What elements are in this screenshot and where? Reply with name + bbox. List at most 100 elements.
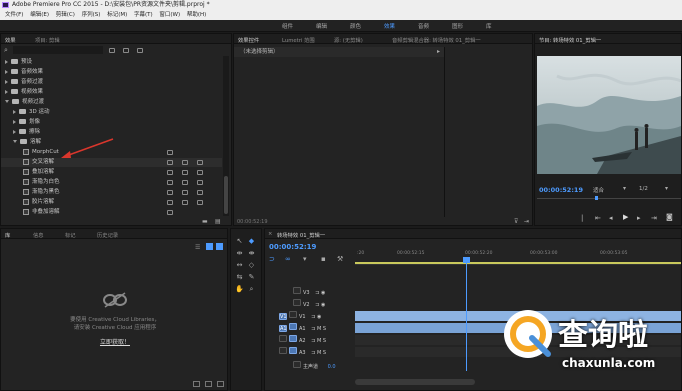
- chevron-down-icon[interactable]: ▾: [623, 185, 626, 192]
- search-icon[interactable]: ⌕: [4, 46, 12, 54]
- chevron-down-icon[interactable]: [5, 100, 9, 103]
- pen-tool-icon[interactable]: ✎: [247, 273, 256, 282]
- master-volume-value[interactable]: 0.0: [328, 364, 336, 370]
- mark-in-icon[interactable]: |: [581, 214, 583, 222]
- filter-icon[interactable]: ⊽: [514, 218, 518, 225]
- workspace-audio[interactable]: 音频: [418, 22, 429, 30]
- step-back-icon[interactable]: ◂: [609, 214, 613, 222]
- hand-tool-icon[interactable]: ✋: [235, 285, 244, 294]
- scrollbar-thumb[interactable]: [224, 176, 228, 214]
- source-patch-a2[interactable]: [279, 335, 287, 342]
- timeline-scrollbar[interactable]: [355, 379, 475, 385]
- toggle-icon[interactable]: [293, 287, 301, 294]
- tab-sequence[interactable]: 转场特效 01_剪辑一: [277, 231, 325, 239]
- workspace-color[interactable]: 颜色: [350, 22, 361, 30]
- lock-icon[interactable]: ⊐: [311, 314, 315, 320]
- source-patch-a1[interactable]: A1: [279, 325, 287, 332]
- selection-tool-icon[interactable]: ↖: [235, 237, 244, 246]
- go-to-out-icon[interactable]: ⇥: [651, 214, 657, 222]
- effects-search-input[interactable]: [13, 46, 103, 54]
- tree-item-audio-effects[interactable]: 音频效果: [1, 68, 222, 77]
- chevron-right-icon[interactable]: [5, 79, 8, 84]
- source-patch-a3[interactable]: [279, 347, 287, 354]
- ripple-edit-tool-icon[interactable]: ⇹: [235, 249, 244, 258]
- tree-item-dip-to-white[interactable]: 渐隐为白色: [1, 178, 222, 187]
- get-it-now-link[interactable]: 立即获取！: [1, 337, 227, 346]
- list-view-icon[interactable]: ☰: [195, 244, 200, 251]
- menu-marker[interactable]: 标记(M): [107, 10, 127, 20]
- tree-item-video-effects[interactable]: 视频效果: [1, 88, 222, 97]
- program-timecode[interactable]: 00:00:52:19: [539, 186, 583, 194]
- chevron-right-icon[interactable]: [5, 89, 8, 94]
- eye-icon[interactable]: ◉: [321, 290, 325, 296]
- linked-selection-icon[interactable]: ∞: [285, 255, 291, 263]
- new-bin-icon[interactable]: ▬: [202, 218, 208, 225]
- menu-help[interactable]: 帮助(H): [187, 10, 206, 20]
- program-scrubber[interactable]: [537, 198, 681, 206]
- tree-item-non-additive-dissolve[interactable]: 非叠加溶解: [1, 208, 222, 217]
- toggle-icon[interactable]: [289, 311, 297, 318]
- lock-icon[interactable]: ⊐: [311, 350, 315, 356]
- zoom-tool-icon[interactable]: ⌕: [247, 285, 256, 294]
- add-marker-icon[interactable]: ▾: [303, 255, 307, 263]
- chevron-right-icon[interactable]: [5, 69, 8, 74]
- tree-item-audio-transitions[interactable]: 音频过渡: [1, 78, 222, 87]
- tab-audio-clip-mixer[interactable]: 音频剪辑混合器: 转场特效 01_剪辑一: [392, 36, 481, 44]
- tree-item-film-dissolve[interactable]: 胶片溶解: [1, 198, 222, 207]
- toggle-icon[interactable]: [289, 335, 297, 342]
- tab-project[interactable]: 项目: 剪辑: [35, 36, 60, 44]
- arrow-right-icon[interactable]: ▸: [437, 48, 440, 55]
- chevron-down-icon[interactable]: [13, 140, 17, 143]
- workspace-editing[interactable]: 编辑: [316, 22, 327, 30]
- menu-sequence[interactable]: 序列(S): [82, 10, 101, 20]
- bin-icon[interactable]: [193, 381, 200, 387]
- icon-view-icon[interactable]: [216, 243, 223, 250]
- tree-item-additive-dissolve[interactable]: 叠加溶解: [1, 168, 222, 177]
- workspace-libraries[interactable]: 库: [486, 22, 492, 30]
- play-icon[interactable]: ▶: [623, 213, 628, 221]
- toggle-icon[interactable]: [293, 361, 301, 368]
- slip-tool-icon[interactable]: ⇆: [235, 273, 244, 282]
- marker-icon[interactable]: ▪: [321, 255, 326, 263]
- wrench-icon[interactable]: ⚒: [337, 255, 343, 263]
- menu-window[interactable]: 窗口(W): [159, 10, 180, 20]
- eye-icon[interactable]: ◉: [317, 314, 321, 320]
- chevron-right-icon[interactable]: [5, 59, 8, 64]
- solo-icon[interactable]: S: [323, 350, 326, 356]
- lock-icon[interactable]: ⊐: [311, 326, 315, 332]
- workspace-graphics[interactable]: 图形: [452, 22, 463, 30]
- export-icon[interactable]: ⇥: [524, 218, 529, 225]
- menu-title[interactable]: 字幕(T): [134, 10, 153, 20]
- tree-item-dip-to-black[interactable]: 渐隐为黑色: [1, 188, 222, 197]
- video-preview[interactable]: [537, 56, 681, 174]
- menu-file[interactable]: 文件(F): [5, 10, 23, 20]
- lock-icon[interactable]: ⊐: [315, 290, 319, 296]
- tab-libraries[interactable]: 库: [5, 231, 10, 239]
- toggle-icon[interactable]: [293, 299, 301, 306]
- accelerated-effects-icon[interactable]: [109, 48, 115, 53]
- tree-item-presets[interactable]: 预设: [1, 58, 222, 67]
- program-playhead[interactable]: [595, 196, 598, 200]
- resolution-dropdown[interactable]: 1/2: [639, 186, 648, 192]
- effects-scrollbar[interactable]: [223, 56, 229, 216]
- playhead-line[interactable]: [466, 263, 467, 371]
- chevron-right-icon[interactable]: [13, 109, 16, 114]
- rate-stretch-tool-icon[interactable]: ↔: [235, 261, 244, 270]
- workspace-assembly[interactable]: 组件: [282, 22, 293, 30]
- close-icon[interactable]: ×: [268, 231, 272, 237]
- track-select-tool-icon[interactable]: ◆: [247, 237, 256, 246]
- tree-item-iris[interactable]: 划像: [1, 118, 222, 127]
- time-ruler[interactable]: :20 00:00:52:15 00:00:52:20 00:00:53:00 …: [355, 249, 681, 265]
- work-area-bar[interactable]: [355, 262, 681, 264]
- source-patch-v1[interactable]: V1: [279, 313, 287, 320]
- solo-icon[interactable]: S: [323, 338, 326, 344]
- menu-edit[interactable]: 编辑(E): [30, 10, 49, 20]
- tab-history[interactable]: 历史记录: [97, 231, 118, 239]
- fit-dropdown[interactable]: 适合: [593, 186, 604, 194]
- toggle-icon[interactable]: [289, 323, 297, 330]
- yuv-effects-icon[interactable]: [137, 48, 143, 53]
- lock-icon[interactable]: ⊐: [311, 338, 315, 344]
- mute-icon[interactable]: M: [317, 350, 321, 356]
- workspace-effects[interactable]: 效果: [384, 22, 395, 30]
- tree-item-3d-motion[interactable]: 3D 运动: [1, 108, 222, 117]
